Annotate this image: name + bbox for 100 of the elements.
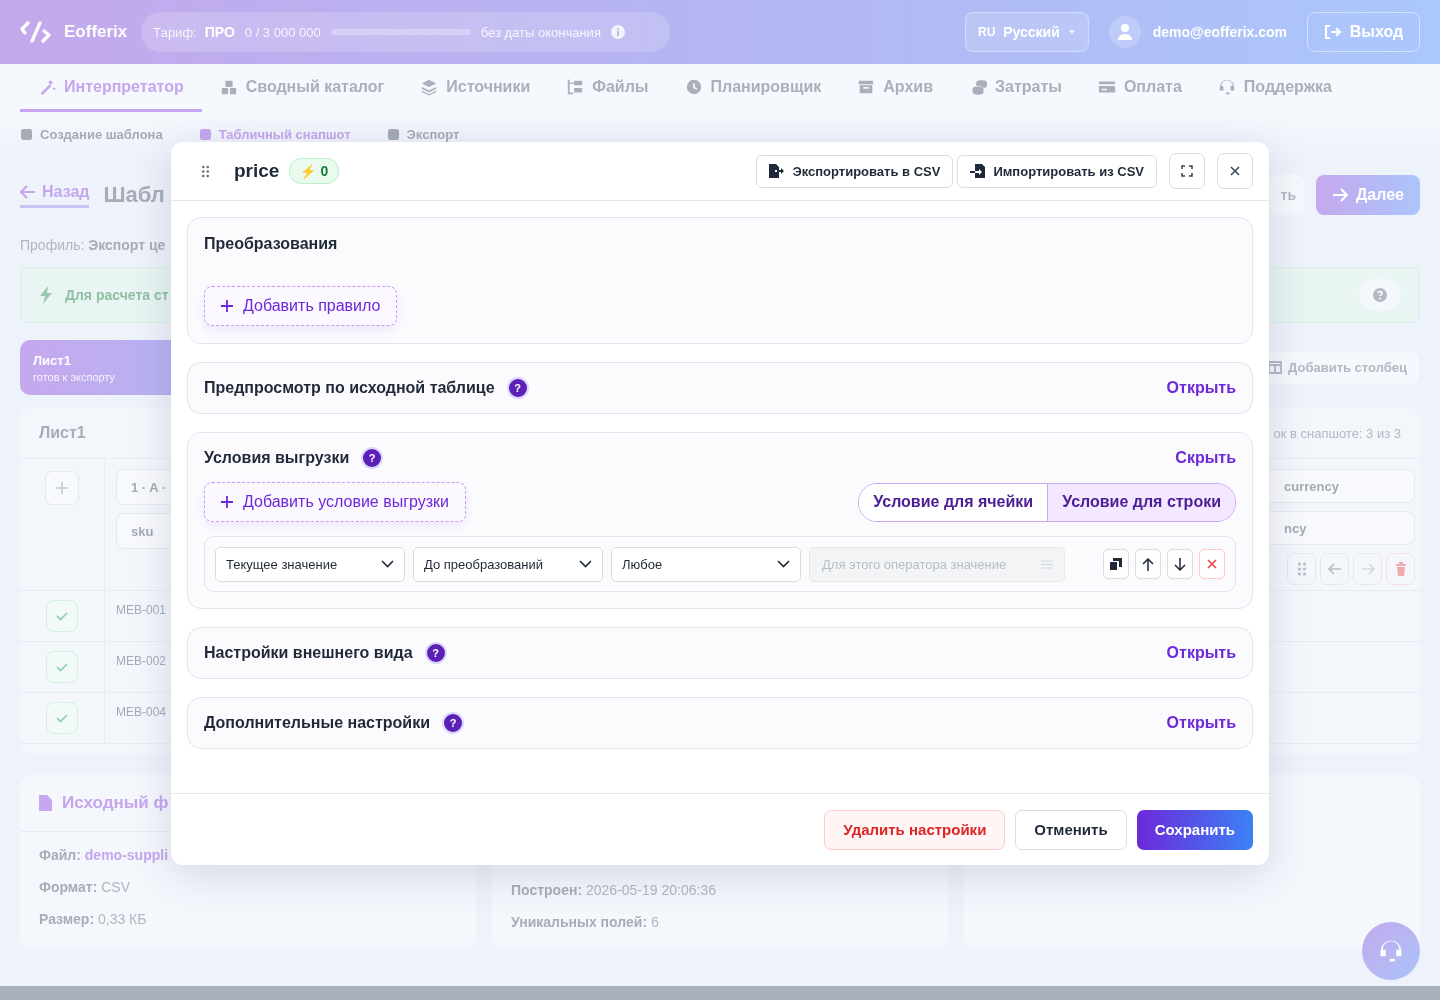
user-email[interactable]: demo@eofferix.com: [1152, 24, 1287, 40]
step-tab[interactable]: Создание шаблона: [20, 127, 163, 142]
column-chip[interactable]: ncy: [1270, 511, 1415, 545]
delete-settings-button[interactable]: Удалить настройки: [824, 809, 1006, 850]
mode-tab[interactable]: Условие для строки: [1047, 483, 1235, 521]
row-checkbox[interactable]: [46, 600, 78, 632]
nav-tab[interactable]: Источники: [402, 64, 549, 112]
help-badge[interactable]: ?: [361, 447, 384, 469]
arrow-left-icon[interactable]: [1320, 553, 1349, 585]
clock-icon: [684, 77, 703, 96]
toolbar-button[interactable]: ть: [1270, 175, 1304, 215]
column-chip[interactable]: currency: [1270, 469, 1415, 503]
fullscreen-button[interactable]: [1169, 153, 1205, 189]
dialog-title: price: [234, 160, 280, 182]
add-rule-button[interactable]: Добавить правило: [204, 286, 398, 326]
panel-title: Лист1: [39, 424, 86, 442]
expand-icon: [1181, 165, 1193, 177]
help-icon[interactable]: [1359, 279, 1401, 311]
step-tab[interactable]: Табличный снапшот: [198, 127, 351, 142]
arrow-up-icon: [1142, 557, 1154, 571]
next-button[interactable]: Далее: [1316, 175, 1420, 215]
move-down-button[interactable]: [1167, 549, 1193, 579]
export-csv-button[interactable]: Экспортировать в CSV: [756, 154, 954, 188]
import-csv-button[interactable]: Импортировать из CSV: [957, 154, 1157, 188]
add-row-button[interactable]: [45, 471, 79, 505]
table-cell: MEB-002: [116, 654, 167, 668]
plan-name: ПРО: [204, 24, 235, 40]
profile-line: Профиль: Экспорт це: [20, 237, 166, 253]
toggle-link[interactable]: Открыть: [1166, 379, 1236, 397]
cancel-button[interactable]: Отменить: [1015, 809, 1127, 850]
arrow-right-icon: [1331, 188, 1348, 202]
add-condition-button[interactable]: Добавить условие выгрузки: [204, 482, 466, 522]
app-logo[interactable]: Eofferix: [64, 22, 128, 42]
chevron-down-icon: [381, 560, 394, 568]
info-icon[interactable]: [610, 25, 625, 39]
table-cell: MEB-004: [116, 705, 167, 719]
toggle-link[interactable]: Открыть: [1166, 714, 1236, 732]
close-icon: [1207, 559, 1217, 569]
nav-tab[interactable]: Файлы: [548, 64, 667, 112]
close-icon: [1230, 166, 1240, 176]
table-cell: MEB-001: [116, 603, 167, 617]
arrow-right-icon[interactable]: [1353, 553, 1382, 585]
check-icon: [55, 610, 69, 622]
rule-count-badge: ⚡ 0: [289, 158, 340, 184]
step-tab[interactable]: Экспорт: [386, 127, 460, 142]
snapshot-info: ок в снапшоте: 3 из 3: [1273, 425, 1401, 441]
plus-icon: [221, 300, 233, 312]
nav-tab[interactable]: Поддержка: [1199, 64, 1350, 112]
nav-tab[interactable]: Затраты: [951, 64, 1080, 112]
nav-tab[interactable]: Архив: [839, 64, 951, 112]
select-field[interactable]: До преобразований: [413, 546, 603, 582]
select-field[interactable]: Текущее значение: [215, 546, 405, 582]
nav-tab[interactable]: Оплата: [1079, 64, 1200, 112]
plan-usage: 0 / 3 000 000: [244, 24, 321, 40]
layers-icon: [420, 77, 439, 96]
row-checkbox[interactable]: [46, 702, 78, 734]
column-chip[interactable]: sku: [116, 513, 170, 549]
back-link[interactable]: Назад: [20, 182, 90, 208]
wand-icon: [38, 77, 56, 96]
mode-tab[interactable]: Условие для ячейки: [859, 483, 1048, 521]
file-icon: [39, 795, 52, 811]
duplicate-button[interactable]: [1103, 549, 1129, 579]
drag-handle-icon[interactable]: [1287, 553, 1316, 585]
nav-tab[interactable]: Планировщик: [666, 64, 840, 112]
logout-icon: [1323, 24, 1342, 40]
step-icon: [386, 128, 400, 141]
nav-tab[interactable]: Сводный каталог: [201, 64, 403, 112]
check-icon: [55, 661, 69, 673]
help-badge[interactable]: ?: [424, 642, 447, 664]
drag-handle-icon[interactable]: [201, 164, 210, 178]
caret-icon: [1067, 29, 1076, 35]
copy-icon: [1110, 558, 1122, 570]
info-field: Размер: 0,33 КБ: [39, 911, 457, 929]
section-title: Преобразования: [204, 235, 338, 253]
list-icon: [1041, 559, 1053, 569]
toggle-link[interactable]: Открыть: [1166, 644, 1236, 662]
column-chip[interactable]: 1 · A ·: [116, 469, 170, 505]
card-title: Исходный ф: [62, 793, 169, 813]
language-select[interactable]: RU Русский: [965, 12, 1089, 52]
row-checkbox[interactable]: [46, 651, 78, 683]
delete-condition-button[interactable]: [1199, 549, 1225, 579]
close-button[interactable]: [1217, 153, 1253, 189]
step-icon: [198, 128, 212, 141]
toggle-link[interactable]: Скрыть: [1175, 449, 1236, 467]
help-badge[interactable]: ?: [442, 712, 464, 734]
move-up-button[interactable]: [1135, 549, 1161, 579]
logout-button[interactable]: Выход: [1307, 12, 1420, 52]
check-icon: [55, 712, 69, 724]
plus-icon: [221, 496, 233, 508]
bolt-icon: [39, 286, 53, 304]
info-field: Формат: CSV: [39, 879, 457, 897]
chevron-down-icon: [777, 560, 790, 568]
select-field[interactable]: Любое: [611, 546, 801, 582]
arrow-left-icon: [20, 184, 36, 199]
trash-icon[interactable]: [1386, 553, 1415, 585]
help-badge[interactable]: ?: [506, 377, 529, 399]
code-logo-icon: [20, 20, 52, 44]
avatar-icon[interactable]: [1108, 16, 1141, 48]
banner-text: Для расчета ст: [65, 287, 169, 303]
save-button[interactable]: Сохранить: [1136, 809, 1253, 850]
